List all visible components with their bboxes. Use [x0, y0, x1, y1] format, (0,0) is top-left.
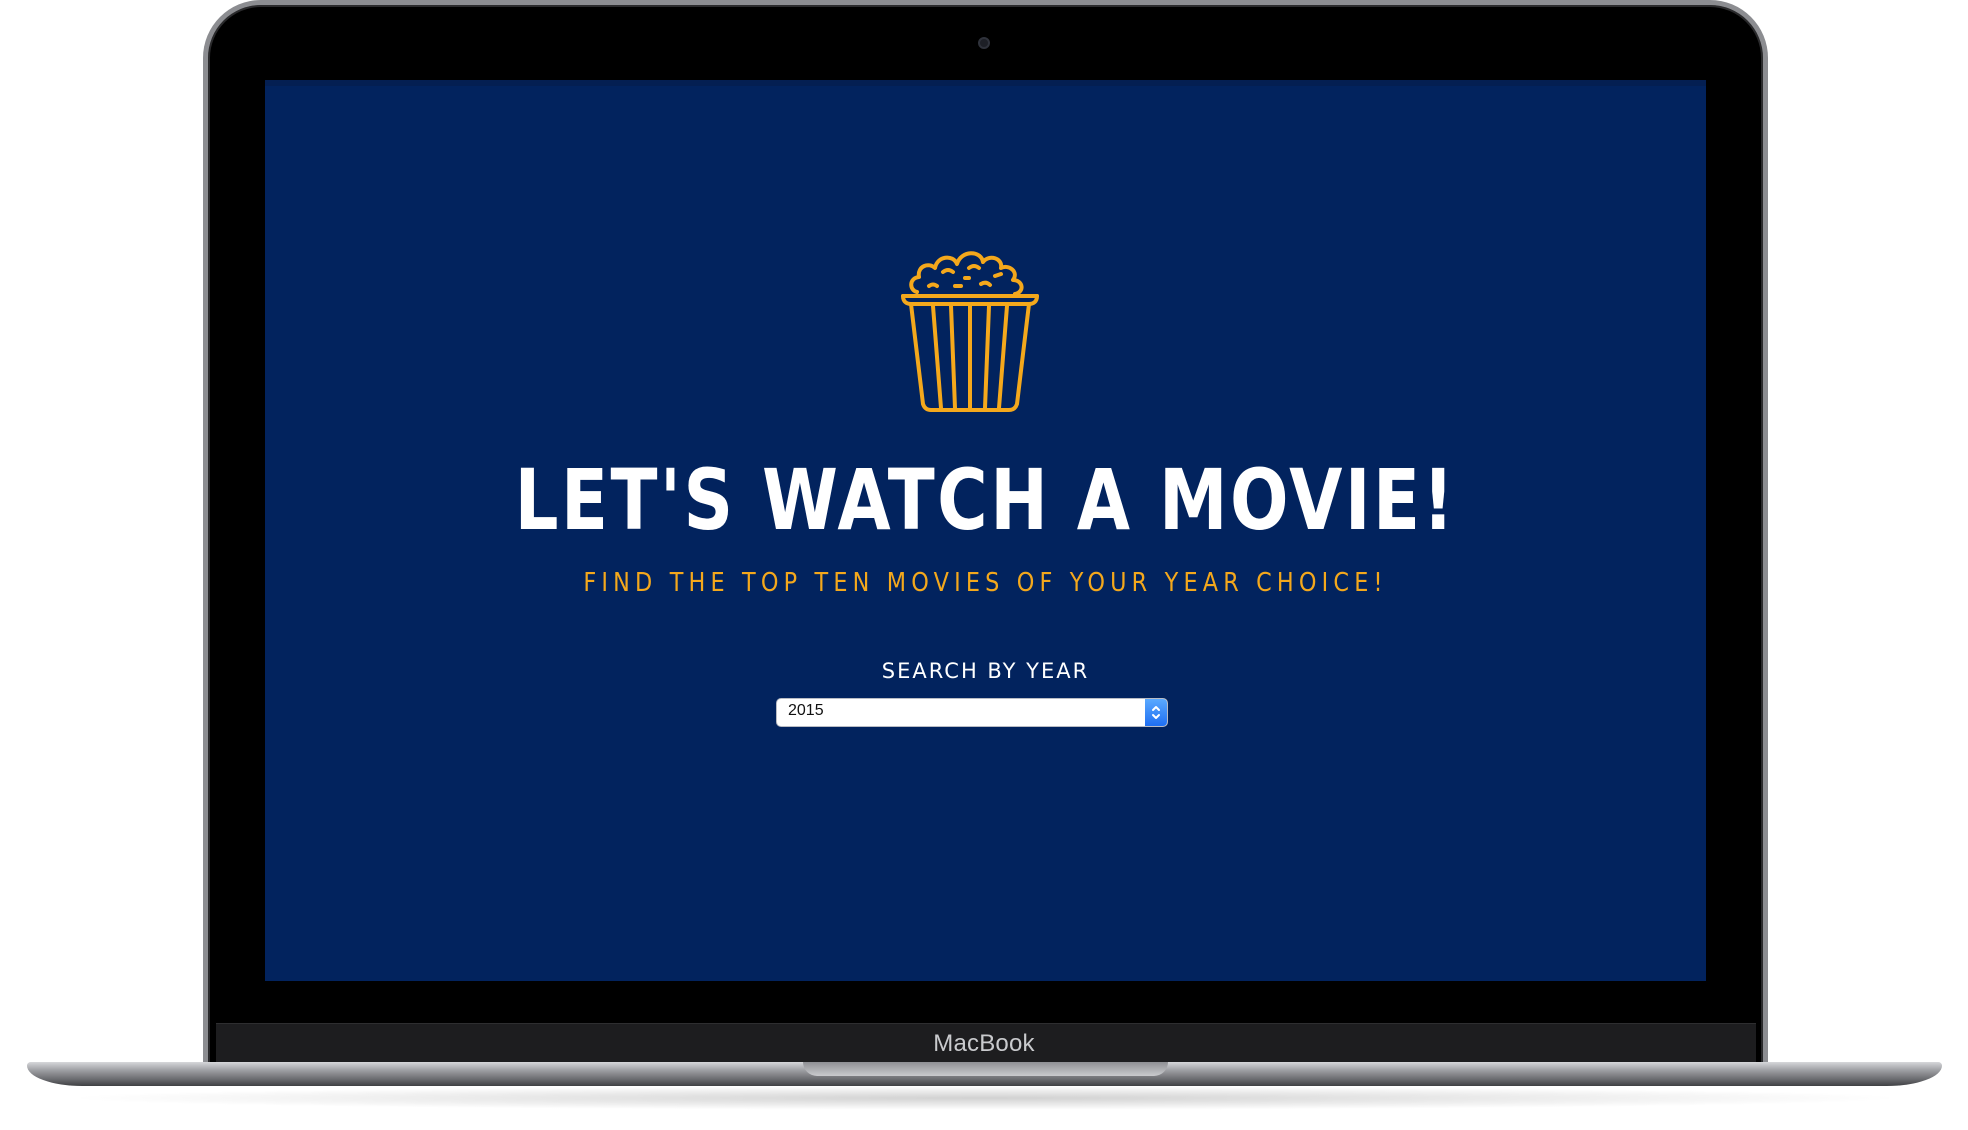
laptop-shadow	[60, 1086, 1910, 1110]
popcorn-bucket-icon	[901, 251, 1039, 412]
laptop-brand-label: MacBook	[933, 1030, 1035, 1057]
screen: LET'S WATCH A MOVIE! FIND THE TOP TEN MO…	[265, 80, 1706, 981]
year-select[interactable]: 2015	[777, 699, 1167, 726]
year-select-value: 2015	[788, 702, 824, 719]
select-arrows-icon[interactable]	[1145, 699, 1167, 726]
webcam	[978, 37, 990, 49]
page-subtitle: FIND THE TOP TEN MOVIES OF YOUR YEAR CHO…	[583, 568, 1388, 598]
laptop-opening-notch	[803, 1062, 1168, 1076]
screen-top-edge	[265, 80, 1706, 86]
search-by-year-label: SEARCH BY YEAR	[881, 659, 1090, 683]
page-title: LET'S WATCH A MOVIE!	[514, 451, 1457, 549]
